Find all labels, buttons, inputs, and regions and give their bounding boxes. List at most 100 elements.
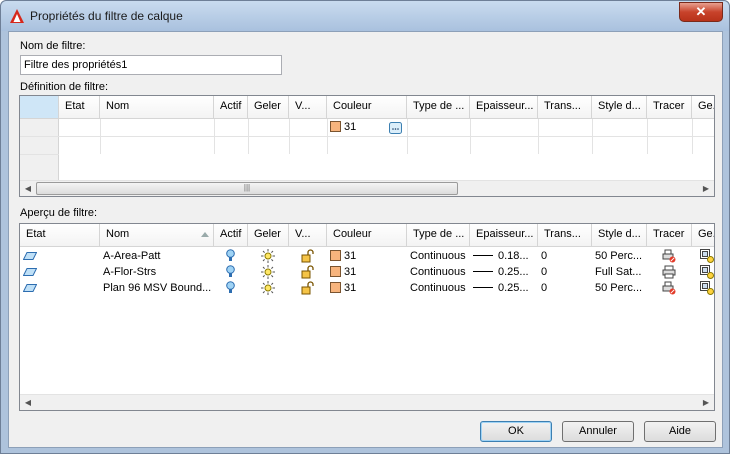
grid-col-divider (470, 119, 471, 154)
prev-col-ge[interactable]: Ge... (692, 224, 714, 247)
layer-color-value: 31 (344, 250, 357, 262)
grid-col-divider (248, 119, 249, 154)
def-col-epaisseur[interactable]: Epaisseur... (470, 96, 538, 119)
printer-no-plot-icon[interactable] (662, 249, 676, 263)
sun-thaw-icon[interactable] (261, 249, 275, 263)
layer-color-cell[interactable]: 31 (327, 281, 407, 297)
color-swatch (330, 282, 341, 293)
filter-name-label: Nom de filtre: (20, 40, 86, 52)
sort-ascending-icon (201, 232, 209, 237)
prev-col-actif[interactable]: Actif (214, 224, 248, 247)
filter-preview-grid[interactable]: Etat Nom Actif Geler V... Couleur Type d… (19, 223, 715, 411)
grid-col-divider (538, 119, 539, 154)
def-col-tracer[interactable]: Tracer (647, 96, 692, 119)
filter-preview-label: Aperçu de filtre: (20, 207, 98, 219)
filter-definition-label: Définition de filtre: (20, 81, 109, 93)
scroll-left-arrow[interactable]: ◀ (20, 181, 36, 196)
layer-plot-style[interactable]: Full Sat... (592, 265, 647, 281)
dialog-window: Propriétés du filtre de calque ✕ Nom de … (0, 0, 730, 454)
layer-color-cell[interactable]: 31 (327, 265, 407, 281)
lineweight-sample (473, 287, 493, 288)
filter-definition-grid[interactable]: Etat Nom Actif Geler V... Couleur Type d… (19, 95, 715, 197)
help-button[interactable]: Aide (644, 421, 716, 442)
sun-thaw-icon[interactable] (261, 265, 275, 279)
layer-lineweight-cell[interactable]: 0.25... (470, 281, 538, 297)
layer-state-icon (23, 268, 37, 276)
layer-lineweight: 0.25... (498, 282, 529, 294)
def-col-style[interactable]: Style d... (592, 96, 647, 119)
scroll-right-arrow[interactable]: ▶ (698, 181, 714, 196)
grid-row-divider (20, 154, 59, 155)
filter-name-input[interactable] (20, 55, 282, 75)
def-col-type[interactable]: Type de ... (407, 96, 470, 119)
layer-color-cell[interactable]: 31 (327, 249, 407, 265)
printer-plot-icon[interactable] (662, 265, 676, 279)
prev-col-visible[interactable]: V... (289, 224, 327, 247)
grid-col-divider (100, 119, 101, 154)
prev-col-epaisseur[interactable]: Epaisseur... (470, 224, 538, 247)
lightbulb-on-icon[interactable] (226, 281, 235, 295)
def-col-etat[interactable]: Etat (59, 96, 100, 119)
printer-no-plot-icon[interactable] (662, 281, 676, 295)
color-swatch (330, 250, 341, 261)
sun-thaw-icon[interactable] (261, 281, 275, 295)
prev-col-etat[interactable]: Etat (20, 224, 100, 247)
unlocked-padlock-icon[interactable] (301, 265, 315, 279)
def-col-couleur[interactable]: Couleur (327, 96, 407, 119)
close-button[interactable]: ✕ (679, 2, 723, 22)
scroll-left-arrow[interactable]: ◀ (20, 395, 36, 410)
new-vp-freeze-icon[interactable] (700, 281, 714, 295)
layer-lineweight: 0.25... (498, 266, 529, 278)
layer-lineweight-cell[interactable]: 0.25... (470, 265, 538, 281)
layer-linetype[interactable]: Continuous (407, 265, 470, 281)
def-horizontal-scrollbar[interactable]: ◀ ||| ▶ (20, 180, 714, 196)
def-col-geler[interactable]: Geler (248, 96, 289, 119)
grid-col-divider (592, 119, 593, 154)
layer-color-value: 31 (344, 282, 357, 294)
window-title: Propriétés du filtre de calque (30, 9, 183, 23)
def-col-actif[interactable]: Actif (214, 96, 248, 119)
grid-col-divider (647, 119, 648, 154)
prev-col-couleur[interactable]: Couleur (327, 224, 407, 247)
grid-row-divider (20, 136, 714, 137)
new-vp-freeze-icon[interactable] (700, 249, 714, 263)
ok-button[interactable]: OK (480, 421, 552, 442)
unlocked-padlock-icon[interactable] (301, 281, 315, 295)
cancel-button[interactable]: Annuler (562, 421, 634, 442)
app-logo-icon (10, 9, 24, 23)
layer-linetype[interactable]: Continuous (407, 281, 470, 297)
prev-col-geler[interactable]: Geler (248, 224, 289, 247)
layer-plot-style[interactable]: 50 Perc... (592, 281, 647, 297)
lineweight-sample (473, 255, 493, 256)
row-selector-header[interactable] (20, 96, 59, 119)
layer-state-icon (23, 252, 37, 260)
prev-col-type[interactable]: Type de ... (407, 224, 470, 247)
new-vp-freeze-icon[interactable] (700, 265, 714, 279)
def-col-visible[interactable]: V... (289, 96, 327, 119)
lightbulb-on-icon[interactable] (226, 265, 235, 279)
prev-col-trans[interactable]: Trans... (538, 224, 592, 247)
layer-transparency[interactable]: 0 (538, 281, 592, 297)
lightbulb-on-icon[interactable] (226, 249, 235, 263)
ellipsis-button-icon[interactable] (389, 122, 402, 134)
layer-lineweight-cell[interactable]: 0.18... (470, 249, 538, 265)
def-col-trans[interactable]: Trans... (538, 96, 592, 119)
unlocked-padlock-icon[interactable] (301, 249, 315, 263)
title-bar[interactable]: Propriétés du filtre de calque ✕ (1, 1, 729, 31)
prev-col-tracer[interactable]: Tracer (647, 224, 692, 247)
scroll-thumb-grip: ||| (243, 183, 251, 192)
prev-col-style[interactable]: Style d... (592, 224, 647, 247)
def-col-nom[interactable]: Nom (100, 96, 214, 119)
def-col-ge[interactable]: Ge... (692, 96, 714, 119)
layer-transparency[interactable]: 0 (538, 265, 592, 281)
scroll-thumb[interactable]: ||| (36, 182, 458, 195)
layer-plot-style[interactable]: 50 Perc... (592, 249, 647, 265)
def-color-value: 31 (344, 121, 357, 133)
color-swatch (330, 121, 341, 132)
scroll-right-arrow[interactable]: ▶ (698, 395, 714, 410)
layer-transparency[interactable]: 0 (538, 249, 592, 265)
preview-horizontal-scrollbar[interactable]: ◀ ▶ (20, 394, 714, 410)
layer-linetype[interactable]: Continuous (407, 249, 470, 265)
layer-name: A-Flor-Strs (103, 266, 157, 278)
prev-col-nom[interactable]: Nom (100, 224, 214, 247)
